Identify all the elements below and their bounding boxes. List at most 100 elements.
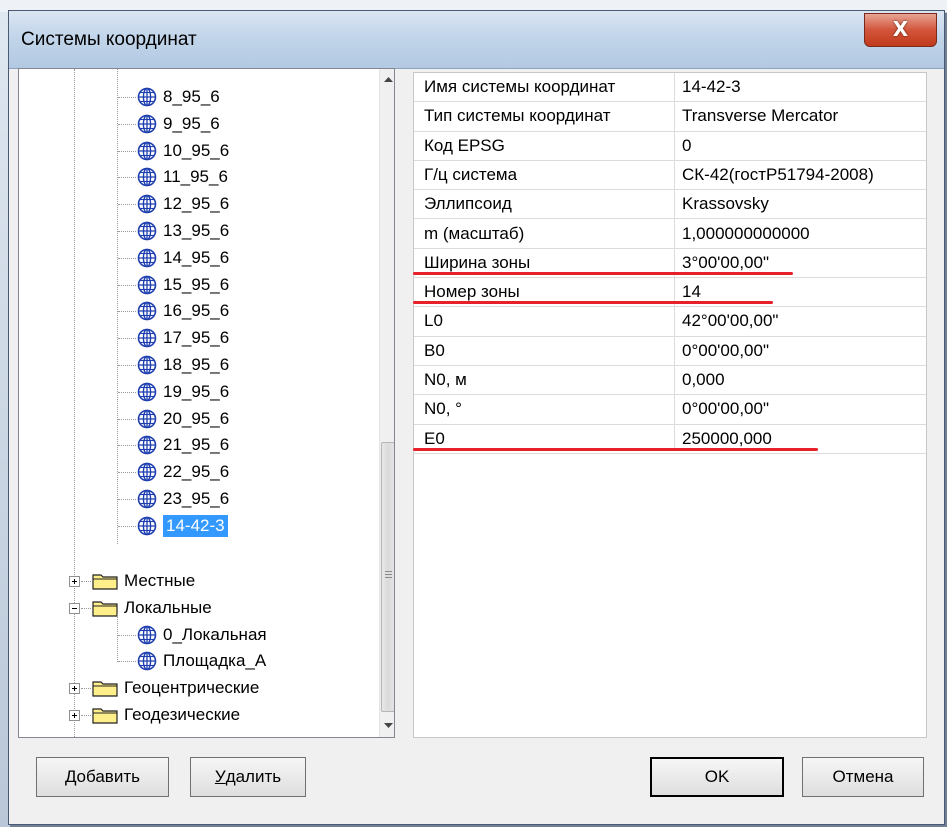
tree-horizontal-connector <box>118 445 136 447</box>
scroll-up-arrow-icon[interactable] <box>380 71 394 88</box>
tree-item[interactable]: 17_95_6 <box>137 325 229 351</box>
tree-item[interactable]: 0_Локальная <box>137 622 267 648</box>
tree-item[interactable]: 18_95_6 <box>137 352 229 378</box>
tree-item[interactable]: 23_95_6 <box>137 486 229 512</box>
property-value: 1,000000000000 <box>682 223 810 243</box>
tree-horizontal-connector <box>81 607 91 609</box>
tree-item[interactable]: 11_95_6 <box>137 164 228 190</box>
tree-horizontal-connector <box>81 581 91 582</box>
coordinate-system-tree[interactable]: 8_95_6 9_95_6 10_95_6 11_95_6 12_95_6 13_95_6… <box>18 68 395 738</box>
tree-item-label: Геоцентрические <box>124 678 260 698</box>
ok-button-label: OK <box>704 767 730 786</box>
tree-item-label: Местные <box>124 571 196 590</box>
tree-item[interactable]: 21_95_6 <box>137 432 229 458</box>
tree-item[interactable]: 20_95_6 <box>137 406 229 432</box>
close-button[interactable]: X <box>864 13 937 47</box>
add-button[interactable]: Добавить <box>36 757 169 797</box>
tree-scrollbar[interactable] <box>379 69 394 737</box>
tree-item-label: 18_95_6 <box>163 355 230 374</box>
property-name: Номер зоны <box>424 282 520 302</box>
expand-icon[interactable] <box>69 710 80 721</box>
property-row[interactable]: m (масштаб) 1,000000000000 <box>414 220 926 249</box>
property-value: 14-42-3 <box>682 77 741 96</box>
tree-item-label: 0_Локальная <box>163 624 267 644</box>
property-name: E0 <box>424 428 445 448</box>
tree-item[interactable]: 16_95_6 <box>137 298 229 324</box>
globe-icon <box>137 302 157 321</box>
scroll-down-arrow-icon[interactable] <box>380 717 394 734</box>
globe-icon <box>137 248 157 268</box>
tree-horizontal-connector <box>118 284 136 286</box>
property-row[interactable]: Тип системы координат Transverse Mercator <box>414 102 926 132</box>
highlight-underline <box>413 447 818 451</box>
property-name: Эллипсоид <box>424 194 512 214</box>
tree-item-label: 14_95_6 <box>163 247 230 267</box>
tree-folder[interactable]: Местные <box>92 568 195 594</box>
property-row[interactable]: L0 42°00'00,00" <box>414 307 926 337</box>
tree-folder[interactable]: Локальные <box>92 595 212 621</box>
tree-item[interactable]: 15_95_6 <box>137 272 229 298</box>
tree-horizontal-connector <box>118 418 136 420</box>
property-value: 250000,000 <box>682 428 772 448</box>
globe-icon <box>137 382 157 402</box>
property-row[interactable]: Имя системы координат 14-42-3 <box>414 73 926 103</box>
globe-icon <box>137 625 157 644</box>
globe-icon <box>137 409 157 428</box>
collapse-icon[interactable] <box>69 602 80 614</box>
tree-item-label: 19_95_6 <box>163 381 230 401</box>
expand-icon[interactable] <box>69 576 80 587</box>
property-value: 0,000 <box>682 370 725 389</box>
globe-icon <box>137 462 157 482</box>
tree-horizontal-connector <box>118 311 136 313</box>
property-row[interactable]: N0, м 0,000 <box>414 366 926 396</box>
tree-folder[interactable]: Геодезические <box>92 702 240 728</box>
tree-item-selected[interactable]: 14-42-3 <box>137 513 228 539</box>
tree-item-label: Площадка_А <box>163 651 267 671</box>
title-bar[interactable]: Системы координат X <box>9 11 944 69</box>
tree-horizontal-connector <box>118 257 136 259</box>
property-row[interactable]: B0 0°00'00,00" <box>414 337 926 366</box>
properties-grid[interactable]: Имя системы координат 14-42-3 Тип системы … <box>413 72 927 738</box>
property-value: 42°00'00,00" <box>682 311 779 331</box>
dialog-title: Системы координат <box>21 29 197 50</box>
ok-button[interactable]: OK <box>650 757 784 797</box>
delete-button[interactable]: Удалить <box>190 757 306 797</box>
property-name: Код EPSG <box>424 135 505 155</box>
scrollbar-thumb[interactable] <box>381 442 394 712</box>
globe-icon <box>137 221 157 241</box>
tree-item-label: 9_95_6 <box>163 113 220 133</box>
highlight-underline <box>413 272 793 276</box>
tree-item-label: 23_95_6 <box>163 489 230 508</box>
globe-icon <box>137 168 157 187</box>
tree-item-label: 20_95_6 <box>163 408 230 428</box>
property-name: N0, ° <box>424 399 462 419</box>
tree-item-label: 11_95_6 <box>163 167 228 187</box>
tree-horizontal-connector <box>81 715 91 716</box>
tree-horizontal-connector <box>118 661 136 663</box>
tree-item[interactable]: 19_95_6 <box>137 379 229 405</box>
property-row[interactable]: N0, ° 0°00'00,00" <box>414 395 926 425</box>
tree-item[interactable]: 10_95_6 <box>137 138 229 164</box>
property-name: m (масштаб) <box>424 223 525 243</box>
close-icon: X <box>892 17 909 41</box>
property-row[interactable]: Эллипсоид Krassovsky <box>414 190 926 220</box>
tree-horizontal-connector <box>118 123 136 125</box>
tree-item[interactable]: 8_95_6 <box>137 84 220 110</box>
tree-item[interactable]: Площадка_А <box>137 648 266 674</box>
tree-item[interactable]: 22_95_6 <box>137 459 229 485</box>
tree-item[interactable]: 12_95_6 <box>137 191 229 217</box>
tree-item[interactable]: 13_95_6 <box>137 218 229 244</box>
tree-item[interactable]: 9_95_6 <box>137 111 220 137</box>
property-row[interactable]: Код EPSG 0 <box>414 132 926 161</box>
property-name: Ширина зоны <box>424 252 531 272</box>
expand-icon[interactable] <box>69 683 80 695</box>
cancel-button[interactable]: Отмена <box>802 757 924 797</box>
add-button-accesskey: Д <box>65 767 77 786</box>
highlight-underline <box>413 301 773 305</box>
property-row[interactable]: Г/ц система СК-42(гостР51794-2008) <box>414 161 926 191</box>
tree-folder[interactable]: Геоцентрические <box>92 675 259 701</box>
tree-item[interactable]: 14_95_6 <box>137 245 229 271</box>
folder-icon <box>92 708 118 724</box>
property-name: Г/ц система <box>424 164 518 184</box>
globe-icon <box>137 141 157 160</box>
